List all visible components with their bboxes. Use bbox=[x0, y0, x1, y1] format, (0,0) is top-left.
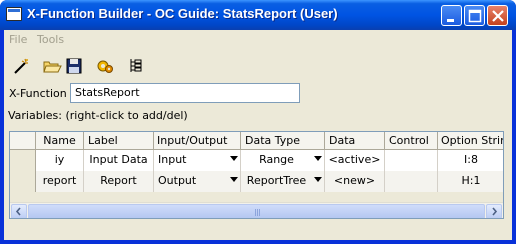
cell-data-type-value: Range bbox=[259, 153, 294, 166]
corner-header bbox=[10, 132, 36, 150]
row-header[interactable] bbox=[10, 150, 36, 171]
title-bar[interactable]: X-Function Builder - OC Guide: StatsRepo… bbox=[0, 0, 516, 30]
cell-label[interactable]: Input Data bbox=[84, 150, 154, 171]
open-folder-icon[interactable] bbox=[41, 55, 63, 77]
cell-data[interactable]: <active> bbox=[325, 150, 385, 171]
col-header-control[interactable]: Control bbox=[385, 132, 438, 150]
minimize-button[interactable] bbox=[441, 5, 462, 26]
cell-input-output-value: Input bbox=[158, 153, 187, 166]
col-header-input-output[interactable]: Input/Output bbox=[154, 132, 241, 150]
window-title: X-Function Builder - OC Guide: StatsRepo… bbox=[27, 6, 338, 21]
dropdown-arrow-icon[interactable] bbox=[314, 156, 322, 161]
cell-input-output[interactable]: Output bbox=[154, 171, 241, 192]
toolbar bbox=[4, 55, 512, 77]
horizontal-scrollbar[interactable] bbox=[10, 202, 503, 218]
dropdown-arrow-icon[interactable] bbox=[230, 156, 238, 161]
table-row[interactable]: iy Input Data Input Range <active> I:8 bbox=[10, 150, 503, 171]
dropdown-arrow-icon[interactable] bbox=[314, 177, 322, 182]
menu-file[interactable]: File bbox=[9, 33, 27, 46]
variables-grid[interactable]: Name Label Input/Output Data Type Data C… bbox=[9, 131, 504, 219]
chevron-left-icon bbox=[15, 207, 21, 216]
save-disk-icon[interactable] bbox=[64, 55, 86, 77]
cell-data[interactable]: <new> bbox=[325, 171, 385, 192]
row-header[interactable] bbox=[10, 171, 36, 192]
xfunction-builder-window: X-Function Builder - OC Guide: StatsRepo… bbox=[0, 0, 516, 244]
maximize-icon bbox=[468, 9, 482, 23]
cell-label[interactable]: Report bbox=[84, 171, 154, 192]
cell-input-output-value: Output bbox=[158, 174, 197, 187]
xfunction-name-input[interactable]: StatsReport bbox=[70, 83, 300, 103]
scroll-left-button[interactable] bbox=[11, 204, 27, 218]
cell-option-string[interactable]: H:1 bbox=[438, 171, 503, 192]
cell-control[interactable] bbox=[385, 171, 438, 192]
scroll-grip-icon bbox=[255, 209, 261, 216]
chevron-right-icon bbox=[492, 207, 498, 216]
minimize-icon bbox=[447, 19, 454, 22]
cell-data-type[interactable]: Range bbox=[241, 150, 325, 171]
cell-input-output[interactable]: Input bbox=[154, 150, 241, 171]
dropdown-arrow-icon[interactable] bbox=[230, 177, 238, 182]
app-window-icon bbox=[6, 7, 22, 21]
maximize-button[interactable] bbox=[464, 5, 485, 26]
cell-name[interactable]: report bbox=[36, 171, 84, 192]
col-header-data-type[interactable]: Data Type bbox=[241, 132, 325, 150]
tree-view-icon[interactable] bbox=[126, 55, 148, 77]
col-header-label[interactable]: Label bbox=[84, 132, 154, 150]
table-row[interactable]: report Report Output ReportTree <new> H:… bbox=[10, 171, 503, 192]
cell-data-type-value: ReportTree bbox=[246, 174, 307, 187]
col-header-data[interactable]: Data bbox=[325, 132, 385, 150]
cell-option-string[interactable]: I:8 bbox=[438, 150, 503, 171]
close-button[interactable] bbox=[487, 5, 508, 26]
cell-control[interactable] bbox=[385, 150, 438, 171]
menu-bar: File Tools bbox=[4, 30, 512, 49]
grid-header-row: Name Label Input/Output Data Type Data C… bbox=[10, 132, 503, 150]
cell-name[interactable]: iy bbox=[36, 150, 84, 171]
xfunction-label: X-Function bbox=[9, 87, 67, 100]
cell-data-type[interactable]: ReportTree bbox=[241, 171, 325, 192]
col-header-name[interactable]: Name bbox=[36, 132, 84, 150]
client-area: File Tools X-Function StatsReport Variab… bbox=[4, 30, 512, 240]
menu-tools[interactable]: Tools bbox=[37, 33, 64, 46]
close-icon bbox=[492, 10, 504, 22]
scroll-thumb[interactable] bbox=[28, 204, 485, 218]
scroll-right-button[interactable] bbox=[486, 204, 502, 218]
col-header-option-string[interactable]: Option String bbox=[438, 132, 503, 150]
compile-gear-icon[interactable] bbox=[94, 55, 116, 77]
variables-label: Variables: (right-click to add/del) bbox=[8, 109, 188, 122]
wand-icon[interactable] bbox=[10, 55, 32, 77]
